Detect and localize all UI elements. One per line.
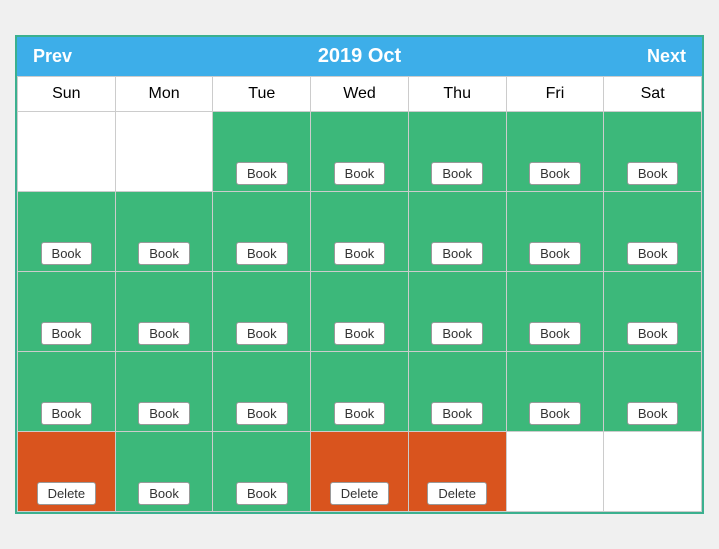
book-button[interactable]: Book <box>138 242 190 265</box>
book-button[interactable]: Book <box>627 242 679 265</box>
calendar-cell: Book <box>604 352 702 432</box>
calendar-cell: Book <box>116 272 214 352</box>
calendar-cell: Book <box>116 192 214 272</box>
calendar-cell: Book <box>18 352 116 432</box>
delete-button[interactable]: Delete <box>37 482 97 505</box>
book-button[interactable]: Book <box>334 242 386 265</box>
book-button[interactable]: Book <box>334 402 386 425</box>
book-button[interactable]: Book <box>529 162 581 185</box>
book-button[interactable]: Book <box>529 322 581 345</box>
book-button[interactable]: Book <box>236 162 288 185</box>
book-button[interactable]: Book <box>138 482 190 505</box>
calendar-cell <box>507 432 605 512</box>
calendar-cell: Book <box>604 112 702 192</box>
calendar-cell: Book <box>18 192 116 272</box>
book-button[interactable]: Book <box>41 402 93 425</box>
book-button[interactable]: Book <box>627 322 679 345</box>
book-button[interactable]: Book <box>431 242 483 265</box>
book-button[interactable]: Book <box>431 162 483 185</box>
calendar-cell: Book <box>213 352 311 432</box>
calendar-cell: Book <box>18 272 116 352</box>
calendar-cell: Delete <box>18 432 116 512</box>
calendar-cell: Book <box>507 272 605 352</box>
book-button[interactable]: Book <box>41 322 93 345</box>
delete-button[interactable]: Delete <box>427 482 487 505</box>
calendar-cell: Book <box>311 272 409 352</box>
calendar-cell: Book <box>213 272 311 352</box>
book-button[interactable]: Book <box>138 322 190 345</box>
book-button[interactable]: Book <box>627 402 679 425</box>
book-button[interactable]: Book <box>41 242 93 265</box>
next-button[interactable]: Next <box>647 46 686 67</box>
delete-button[interactable]: Delete <box>330 482 390 505</box>
book-button[interactable]: Book <box>334 322 386 345</box>
book-button[interactable]: Book <box>236 482 288 505</box>
calendar-cell: Book <box>604 192 702 272</box>
book-button[interactable]: Book <box>236 242 288 265</box>
book-button[interactable]: Book <box>627 162 679 185</box>
calendar-cell: Book <box>409 272 507 352</box>
day-header-sat: Sat <box>604 77 702 112</box>
calendar-cell: Book <box>409 352 507 432</box>
calendar-cell: Book <box>409 192 507 272</box>
calendar: Prev 2019 Oct Next SunMonTueWedThuFriSat… <box>15 35 704 514</box>
day-header-thu: Thu <box>409 77 507 112</box>
calendar-cell: Book <box>409 112 507 192</box>
calendar-cell: Book <box>311 112 409 192</box>
book-button[interactable]: Book <box>236 322 288 345</box>
calendar-cell: Book <box>311 192 409 272</box>
calendar-cell <box>18 112 116 192</box>
book-button[interactable]: Book <box>236 402 288 425</box>
calendar-cell <box>116 112 214 192</box>
calendar-cell <box>604 432 702 512</box>
day-header-fri: Fri <box>507 77 605 112</box>
book-button[interactable]: Book <box>334 162 386 185</box>
calendar-header: Prev 2019 Oct Next <box>17 37 702 76</box>
calendar-title: 2019 Oct <box>318 45 401 68</box>
prev-button[interactable]: Prev <box>33 46 72 67</box>
calendar-cell: Book <box>213 432 311 512</box>
book-button[interactable]: Book <box>529 402 581 425</box>
day-header-tue: Tue <box>213 77 311 112</box>
calendar-grid: SunMonTueWedThuFriSat Book Book Book Book Boo… <box>17 76 702 512</box>
book-button[interactable]: Book <box>431 402 483 425</box>
calendar-cell: Book <box>213 192 311 272</box>
day-header-sun: Sun <box>18 77 116 112</box>
book-button[interactable]: Book <box>529 242 581 265</box>
calendar-cell: Book <box>116 352 214 432</box>
calendar-cell: Book <box>507 192 605 272</box>
calendar-cell: Book <box>604 272 702 352</box>
day-header-mon: Mon <box>116 77 214 112</box>
book-button[interactable]: Book <box>431 322 483 345</box>
calendar-cell: Delete <box>409 432 507 512</box>
book-button[interactable]: Book <box>138 402 190 425</box>
calendar-cell: Book <box>311 352 409 432</box>
calendar-cell: Book <box>507 112 605 192</box>
day-header-wed: Wed <box>311 77 409 112</box>
calendar-cell: Book <box>507 352 605 432</box>
calendar-cell: Delete <box>311 432 409 512</box>
calendar-cell: Book <box>213 112 311 192</box>
calendar-cell: Book <box>116 432 214 512</box>
